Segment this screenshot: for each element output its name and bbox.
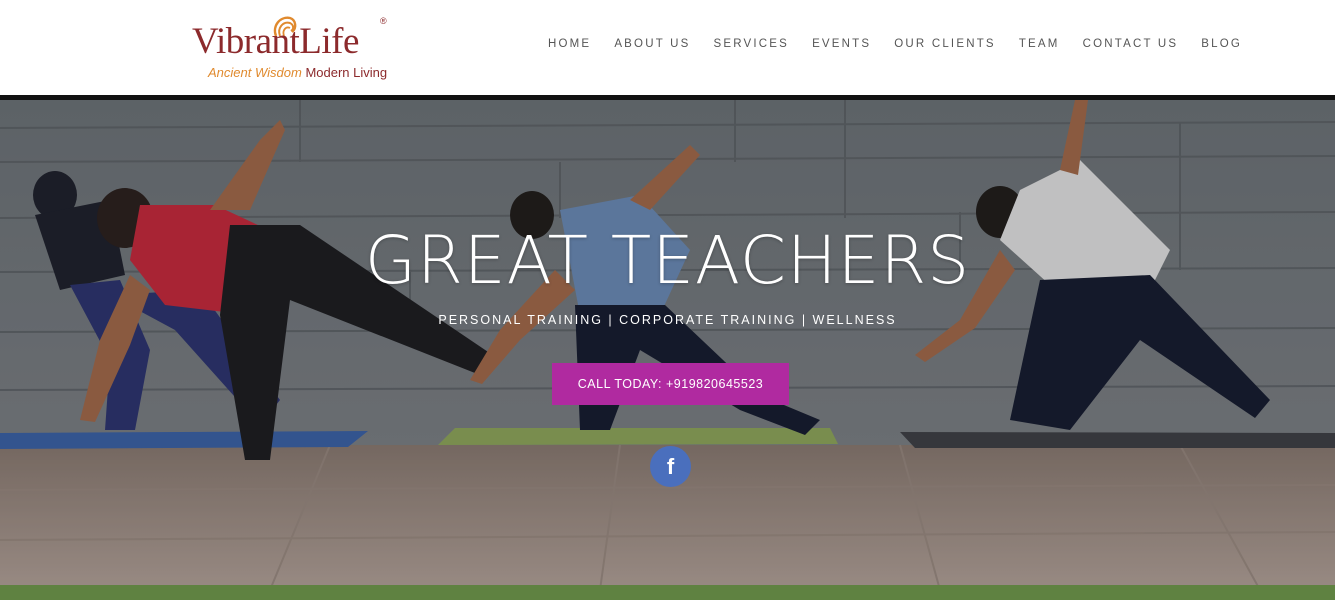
call-today-button[interactable]: CALL TODAY: +919820645523 xyxy=(552,363,789,405)
registered-mark: ® xyxy=(380,16,387,26)
nav-item-home[interactable]: HOME xyxy=(548,38,591,50)
nav-item-events[interactable]: EVENTS xyxy=(812,38,871,50)
main-nav: HOME ABOUT US SERVICES EVENTS OUR CLIENT… xyxy=(548,38,1242,50)
facebook-button[interactable]: f xyxy=(650,446,691,487)
nav-item-our-clients[interactable]: OUR CLIENTS xyxy=(894,38,996,50)
hero-subtitle: PERSONAL TRAINING | CORPORATE TRAINING |… xyxy=(438,313,897,327)
nav-item-contact-us[interactable]: CONTACT US xyxy=(1083,38,1179,50)
hero-section: GREAT TEACHERS PERSONAL TRAINING | CORPO… xyxy=(0,100,1335,600)
logo-tagline: Ancient Wisdom Modern Living xyxy=(208,65,387,80)
nav-item-team[interactable]: TEAM xyxy=(1019,38,1060,50)
facebook-icon: f xyxy=(666,453,675,479)
tagline-ancient-wisdom: Ancient Wisdom xyxy=(208,65,302,80)
tagline-modern-living: Modern Living xyxy=(305,65,388,80)
site-header: VibrantLife ® Ancient Wisdom Modern Livi… xyxy=(0,0,1335,95)
vibrant-life-logo[interactable]: VibrantLife ® Ancient Wisdom Modern Livi… xyxy=(190,14,400,84)
hero-title: GREAT TEACHERS xyxy=(364,222,971,299)
nav-item-blog[interactable]: BLOG xyxy=(1201,38,1242,50)
nav-item-services[interactable]: SERVICES xyxy=(714,38,790,50)
logo-wordmark: VibrantLife xyxy=(192,21,359,62)
nav-item-about-us[interactable]: ABOUT US xyxy=(614,38,690,50)
hero-dim-overlay xyxy=(0,100,1335,600)
